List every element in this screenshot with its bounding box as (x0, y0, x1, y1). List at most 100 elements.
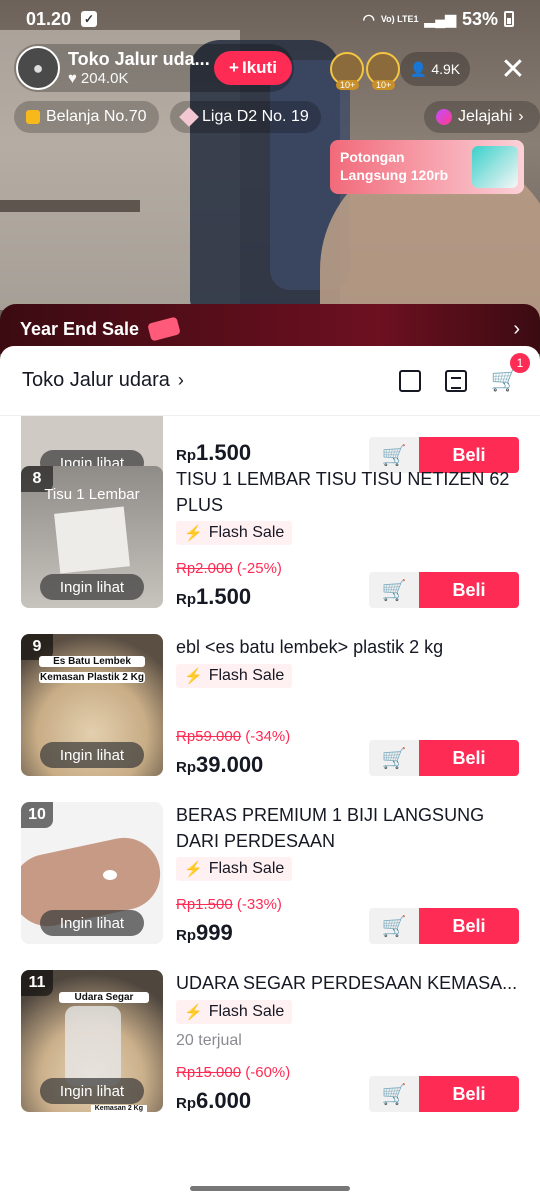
chevron-right-icon: › (518, 108, 524, 125)
add-to-cart-icon[interactable]: 🛒 (369, 740, 419, 776)
follow-label: Ikuti (241, 58, 277, 77)
wifi-icon: ◠ (362, 10, 375, 27)
diamond-icon (179, 107, 199, 127)
signal-icon: ▂▄▆ (424, 10, 456, 27)
battery-icon (504, 11, 514, 27)
sheet-header: Toko Jalur udara › 🛒 1 (0, 346, 540, 416)
viewer-badge-2: 10+ (372, 80, 396, 90)
viewer-count[interactable]: 👤 4.9K (400, 52, 470, 86)
banner-title: Year End Sale (20, 318, 140, 339)
video-shop-icon[interactable] (398, 369, 421, 392)
price: Rp6.000 (176, 1088, 252, 1113)
flash-sale-badge: ⚡ Flash Sale (176, 521, 293, 545)
shopping-bag-icon (26, 110, 40, 124)
video-shelf (0, 200, 140, 212)
price: Rp1.500 (176, 440, 252, 465)
flash-sale-badge: ⚡ Flash Sale (176, 1000, 293, 1024)
thumbnail-caption-2: Kemasan Plastik 2 Kg (39, 672, 145, 683)
tag-shopping-rank-label: Belanja No.70 (46, 108, 147, 125)
want-to-see-button[interactable]: Ingin lihat (40, 742, 144, 768)
host-likes: 204.0K (80, 70, 129, 87)
close-icon[interactable]: ✕ (496, 52, 530, 86)
notification-check-icon: ✓ (81, 11, 98, 27)
product-thumbnail[interactable]: 8 Tisu 1 Lembar Ingin lihat (21, 466, 163, 608)
sold-count: 20 terjual (176, 1032, 242, 1049)
flash-sale-badge: ⚡ Flash Sale (176, 664, 293, 688)
add-to-cart-icon[interactable]: 🛒 (369, 908, 419, 944)
buy-button[interactable]: Beli (419, 908, 519, 944)
thumbnail-caption: Udara Segar (59, 992, 149, 1003)
original-price: Rp59.000 (-34%) (176, 728, 291, 745)
original-price: Rp2.000 (-25%) (176, 560, 282, 577)
explore-icon (436, 109, 452, 125)
home-indicator[interactable] (190, 1186, 350, 1191)
cart-badge: 1 (510, 353, 530, 373)
currency: Rp (176, 447, 196, 464)
product-thumbnail[interactable]: 9 Es Batu Lembek Kemasan Plastik 2 Kg In… (21, 634, 163, 776)
want-to-see-button[interactable]: Ingin lihat (40, 1078, 144, 1104)
tag-league-rank[interactable]: Liga D2 No. 19 (170, 101, 321, 133)
product-list[interactable]: Ingin lihat Rp1.500 🛒 Beli 8 Tisu 1 Lemb… (0, 416, 540, 1176)
chevron-right-icon: › (513, 317, 520, 340)
host-name: Toko Jalur uda... (68, 49, 210, 69)
add-to-cart-icon[interactable]: 🛒 (369, 1076, 419, 1112)
battery-percent: 53% (461, 8, 498, 29)
product-name[interactable]: UDARA SEGAR PERDESAAN KEMASA... (176, 970, 521, 996)
tag-league-rank-label: Liga D2 No. 19 (202, 108, 309, 125)
buy-button[interactable]: Beli (419, 1076, 519, 1112)
lightning-icon: ⚡ (184, 668, 203, 685)
lightning-icon: ⚡ (184, 1004, 203, 1021)
product-number: 11 (21, 970, 53, 996)
want-to-see-button[interactable]: Ingin lihat (40, 574, 144, 600)
top-viewer-avatar-2[interactable]: 10+ (366, 52, 400, 90)
want-to-see-button[interactable]: Ingin lihat (40, 910, 144, 936)
product-name[interactable]: ebl <es batu lembek> plastik 2 kg (176, 634, 521, 660)
tissue-image (54, 506, 130, 574)
thumbnail-caption: Tisu 1 Lembar (44, 486, 140, 503)
heart-icon: ♥ (68, 70, 77, 87)
product-name[interactable]: BERAS PREMIUM 1 BIJI LANGSUNG DARI PERDE… (176, 802, 521, 854)
promo-image (472, 146, 518, 188)
tag-explore[interactable]: Jelajahi › (424, 101, 540, 133)
original-price: Rp1.500 (-33%) (176, 896, 282, 913)
tag-explore-label: Jelajahi (458, 108, 513, 125)
sale-tag-icon (147, 316, 181, 342)
person-icon: 👤 (409, 60, 428, 77)
top-viewer-avatar-1[interactable]: 10+ (330, 52, 364, 90)
price: Rp39.000 (176, 752, 264, 777)
product-name[interactable]: TISU 1 LEMBAR TISU TISU NETIZEN 62 PLUS (176, 466, 521, 518)
lightning-icon: ⚡ (184, 861, 203, 878)
promo-card[interactable]: Potongan Langsung 120rb (330, 140, 524, 194)
tag-shopping-rank[interactable]: Belanja No.70 (14, 101, 159, 133)
list-item[interactable]: 10 Ingin lihat BERAS PREMIUM 1 BIJI LANG… (0, 802, 540, 952)
network-label: Vo) LTE1 (380, 14, 419, 24)
list-item[interactable]: 11 Udara Segar Ingin lihat Kemasan 2 Kg … (0, 970, 540, 1120)
product-thumbnail[interactable]: 11 Udara Segar Ingin lihat Kemasan 2 Kg (21, 970, 163, 1112)
add-to-cart-icon[interactable]: 🛒 (369, 572, 419, 608)
thumbnail-caption-2: Kemasan 2 Kg (90, 1105, 147, 1112)
orders-icon[interactable] (444, 369, 467, 392)
shop-title[interactable]: Toko Jalur udara (22, 369, 170, 392)
flash-sale-badge: ⚡ Flash Sale (176, 857, 293, 881)
list-item[interactable]: 8 Tisu 1 Lembar Ingin lihat TISU 1 LEMBA… (0, 466, 540, 616)
product-thumbnail[interactable]: 10 Ingin lihat (21, 802, 163, 944)
plastic-bag-image (65, 1006, 121, 1086)
product-number: 10 (21, 802, 53, 828)
product-sheet: Toko Jalur udara › 🛒 1 Ingin lihat Rp1.5… (0, 346, 540, 1200)
status-time: 01.20 (26, 8, 72, 29)
buy-button[interactable]: Beli (419, 740, 519, 776)
viewer-badge-1: 10+ (336, 80, 360, 90)
price: Rp999 (176, 920, 233, 945)
promo-text: Potongan Langsung 120rb (340, 149, 449, 183)
viewer-count-value: 4.9K (431, 61, 461, 77)
host-avatar[interactable]: ● (16, 46, 60, 90)
follow-button[interactable]: + Ikuti (214, 51, 292, 85)
cart-button[interactable]: 🛒 1 (491, 353, 530, 392)
chevron-right-icon[interactable]: › (178, 370, 184, 391)
lightning-icon: ⚡ (184, 525, 203, 542)
price: Rp1.500 (176, 584, 252, 609)
plus-icon: + (229, 58, 239, 77)
thumbnail-caption: Es Batu Lembek (39, 656, 145, 667)
buy-button[interactable]: Beli (419, 572, 519, 608)
list-item[interactable]: 9 Es Batu Lembek Kemasan Plastik 2 Kg In… (0, 634, 540, 784)
